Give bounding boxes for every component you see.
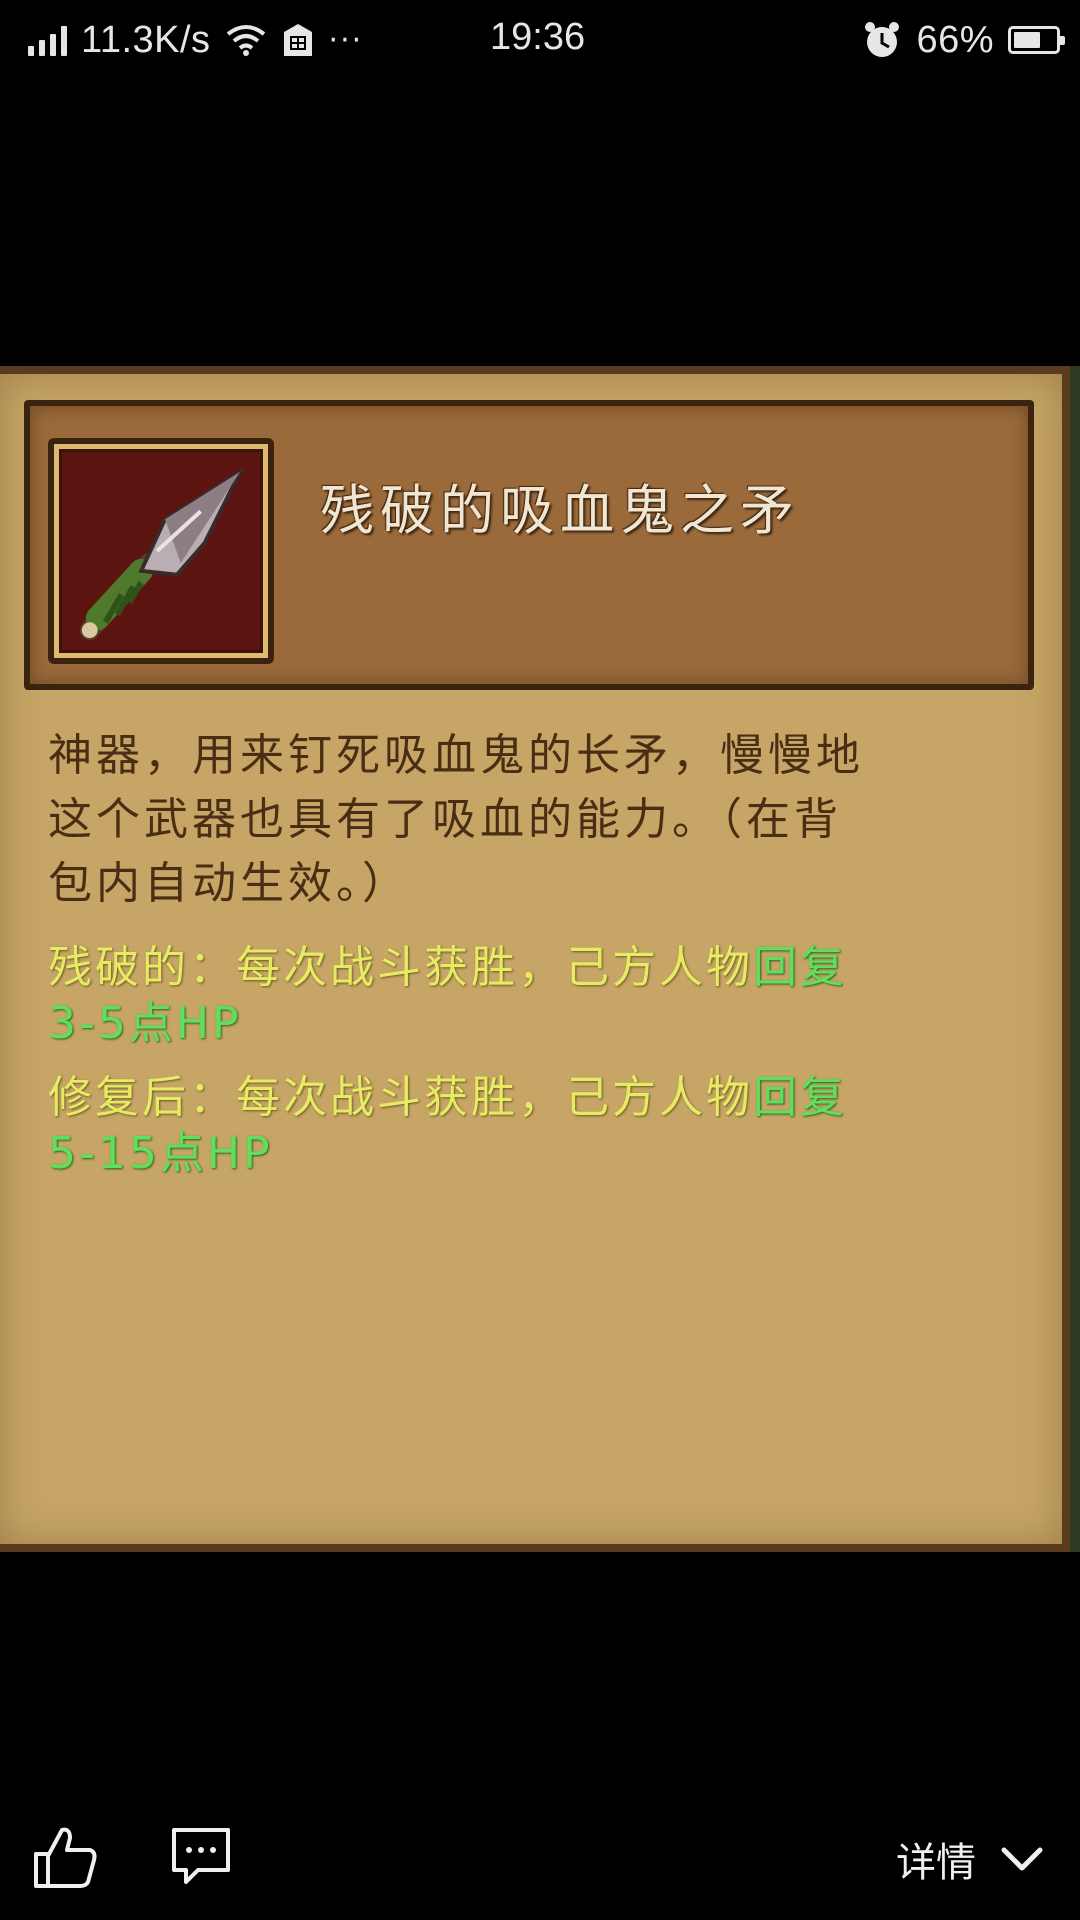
network-speed: 11.3K/s	[81, 18, 211, 61]
effect-text: 残破的：每次战斗获胜，己方人物	[48, 942, 753, 993]
effect-text: 修复后：每次战斗获胜，己方人物	[48, 1072, 753, 1123]
item-header: 残破的吸血鬼之矛	[24, 400, 1034, 690]
sim-icon	[283, 24, 312, 56]
wifi-icon	[226, 25, 265, 56]
effect-value: 5-15点HP	[48, 1128, 273, 1179]
item-icon-frame	[48, 438, 274, 664]
comment-icon[interactable]	[168, 1822, 234, 1888]
effect-value: 3-5点HP	[48, 998, 242, 1049]
details-button[interactable]: 详情	[896, 1830, 1044, 1888]
spear-icon	[79, 466, 246, 641]
signal-icon	[28, 24, 67, 56]
description-line: 包内自动生效。）	[48, 858, 410, 909]
chevron-down-icon	[1001, 1847, 1043, 1871]
description-line: 这个武器也具有了吸血的能力。（在背	[48, 794, 842, 845]
battery-percent: 66%	[916, 18, 994, 61]
status-bar: 11.3K/s ··· 19:36 66%	[0, 0, 1080, 80]
thumbs-up-icon[interactable]	[30, 1822, 100, 1892]
more-notifications-icon: ···	[328, 22, 364, 58]
clock: 19:36	[490, 16, 586, 58]
battery-icon	[1008, 26, 1065, 54]
item-description: 神器，用来钉死吸血鬼的长矛，慢慢地 这个武器也具有了吸血的能力。（在背 包内自动…	[48, 724, 1008, 916]
effect-broken: 残破的：每次战斗获胜，己方人物回复 3-5点HP	[48, 940, 1008, 1052]
status-left: 11.3K/s ···	[28, 16, 363, 64]
details-label: 详情	[896, 1840, 976, 1886]
item-card: 残破的吸血鬼之矛 神器，用来钉死吸血鬼的长矛，慢慢地 这个武器也具有了吸血的能力…	[0, 366, 1070, 1552]
effect-highlight: 回复	[753, 1072, 847, 1123]
item-title: 残破的吸血鬼之矛	[320, 479, 800, 542]
bottom-bar: 详情	[0, 1800, 1080, 1920]
effect-repaired: 修复后：每次战斗获胜，己方人物回复 5-15点HP	[48, 1070, 1008, 1182]
effect-highlight: 回复	[753, 942, 847, 993]
status-right: 66%	[862, 16, 1065, 64]
battery-fill	[1014, 32, 1040, 48]
description-line: 神器，用来钉死吸血鬼的长矛，慢慢地	[48, 730, 864, 781]
background-strip	[1070, 366, 1080, 1552]
alarm-icon	[865, 22, 900, 57]
